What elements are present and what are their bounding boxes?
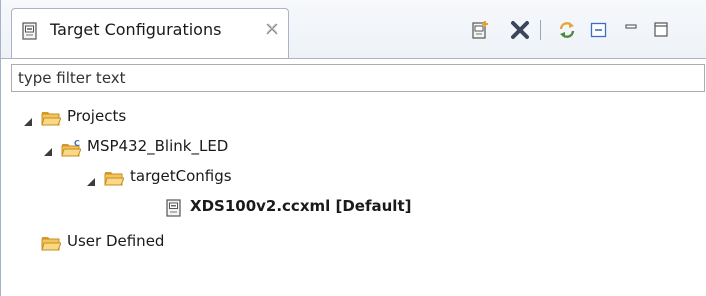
target-configurations-view: Target Configurations type filter text P… [0, 0, 706, 296]
expanded-triangle-icon[interactable] [23, 113, 33, 126]
ccs-project-folder-icon: C [61, 139, 82, 157]
delete-icon[interactable] [510, 20, 530, 40]
tree-label: MSP432_Blink_LED [87, 137, 229, 155]
collapse-all-icon[interactable] [589, 20, 609, 40]
target-config-icon [22, 22, 39, 41]
tab-target-configurations[interactable]: Target Configurations [11, 8, 289, 58]
tree-node-projects[interactable]: Projects [23, 106, 323, 130]
ccxml-file-icon [164, 199, 184, 217]
svg-text:C: C [74, 139, 80, 148]
tab-title: Target Configurations [50, 20, 222, 39]
refresh-icon[interactable] [557, 20, 577, 40]
folder-open-icon [41, 109, 62, 127]
toolbar-separator [540, 20, 541, 40]
folder-open-icon [104, 169, 125, 187]
folder-open-icon [41, 234, 62, 252]
tree-label: User Defined [67, 232, 165, 250]
tree-label: XDS100v2.ccxml [Default] [190, 197, 412, 215]
filter-input[interactable] [12, 65, 698, 91]
close-x-icon[interactable] [265, 22, 279, 36]
tree-node-user-defined[interactable]: User Defined [23, 231, 323, 255]
new-target-configuration-icon[interactable] [470, 20, 490, 40]
maximize-icon[interactable] [651, 20, 671, 40]
expanded-triangle-icon[interactable] [86, 173, 96, 186]
tree-label: Projects [67, 107, 127, 125]
tree-node-targetconfigs[interactable]: targetConfigs [86, 166, 386, 190]
minimize-icon[interactable] [621, 20, 641, 40]
tree-label: targetConfigs [130, 167, 232, 185]
expanded-triangle-icon[interactable] [43, 143, 53, 156]
view-header: Target Configurations [1, 0, 706, 58]
tree-node-project[interactable]: C MSP432_Blink_LED [43, 136, 343, 160]
view-content: Projects C MSP432_Blink_LED [1, 58, 706, 296]
tree-node-ccxml-file[interactable]: XDS100v2.ccxml [Default] [146, 196, 476, 220]
filter-box[interactable] [11, 64, 705, 92]
